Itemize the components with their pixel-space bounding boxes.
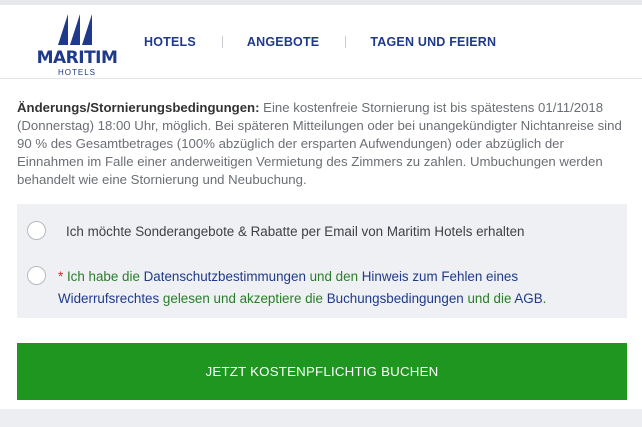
- consent-box: Ich möchte Sonderangebote & Rabatte per …: [17, 204, 627, 318]
- newsletter-radio[interactable]: [27, 221, 46, 240]
- terms-text: und die: [463, 291, 515, 306]
- nav-hotels[interactable]: HOTELS: [144, 35, 196, 49]
- nav-divider: [345, 36, 347, 48]
- agb-link[interactable]: AGB: [514, 291, 542, 306]
- logo-subtitle: HOTELS: [57, 68, 96, 77]
- terms-option[interactable]: * Ich habe die Datenschutzbestimmungen u…: [27, 266, 558, 310]
- booking-summary: Änderungs/Stornierungsbedingungen: Eine …: [0, 79, 642, 409]
- privacy-policy-link[interactable]: Datenschutzbestimmungen: [144, 269, 306, 284]
- newsletter-option[interactable]: Ich möchte Sonderangebote & Rabatte per …: [27, 221, 525, 243]
- terms-text: .: [542, 291, 547, 306]
- terms-radio[interactable]: [27, 266, 46, 285]
- terms-text: gelesen und akzeptiere die: [159, 291, 327, 306]
- footer-strip: [0, 409, 642, 427]
- site-header: MARITIM HOTELS HOTELS ANGEBOTE TAGEN UND…: [0, 5, 642, 79]
- terms-text: Ich habe die: [66, 269, 144, 284]
- nav-angebote[interactable]: ANGEBOTE: [247, 35, 319, 49]
- sails-icon: [58, 14, 92, 45]
- maritim-logo[interactable]: MARITIM HOTELS: [36, 12, 118, 77]
- book-now-button[interactable]: JETZT KOSTENPFLICHTIG BUCHEN: [17, 343, 627, 400]
- policy-heading: Änderungs/Stornierungsbedingungen:: [17, 100, 260, 115]
- required-mark: *: [58, 269, 67, 284]
- terms-text: und den: [305, 269, 362, 284]
- booking-conditions-link[interactable]: Buchungsbedingungen: [327, 291, 464, 306]
- terms-label: * Ich habe die Datenschutzbestimmungen u…: [58, 266, 558, 310]
- logo-wordmark: MARITIM: [36, 48, 118, 68]
- main-nav: HOTELS ANGEBOTE TAGEN UND FEIERN: [144, 35, 496, 49]
- nav-divider: [221, 36, 223, 48]
- newsletter-label: Ich möchte Sonderangebote & Rabatte per …: [66, 224, 525, 239]
- cancellation-policy: Änderungs/Stornierungsbedingungen: Eine …: [17, 99, 627, 189]
- nav-tagen-und-feiern[interactable]: TAGEN UND FEIERN: [370, 35, 496, 49]
